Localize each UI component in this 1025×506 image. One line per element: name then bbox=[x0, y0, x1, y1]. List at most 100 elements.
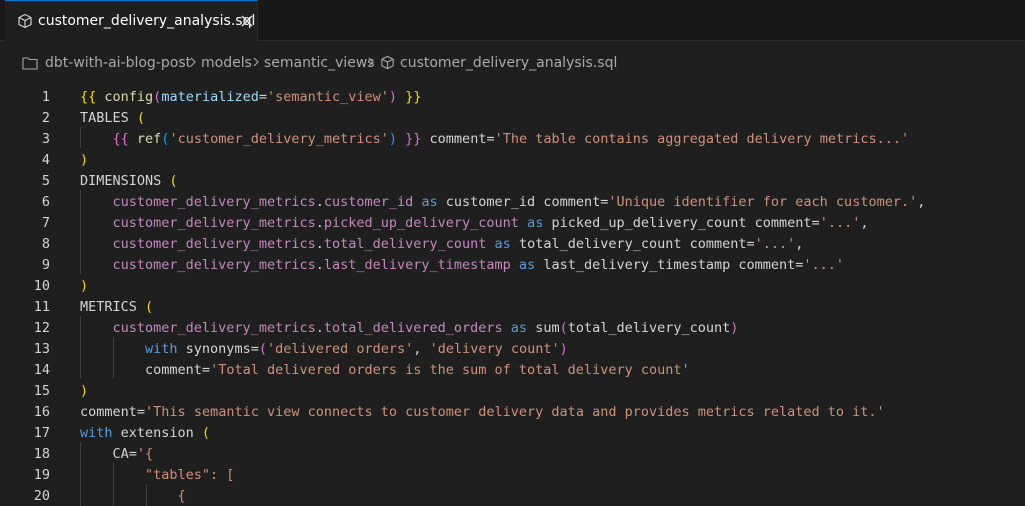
code-line[interactable]: 15) bbox=[0, 381, 1025, 402]
code-token: comment bbox=[80, 362, 202, 378]
code-text: ) bbox=[80, 150, 88, 171]
code-token: total_delivery_count comment bbox=[518, 236, 747, 252]
code-token: ) bbox=[80, 152, 89, 168]
code-token: comment bbox=[80, 404, 137, 420]
code-line[interactable]: 6 customer_delivery_metrics.customer_id … bbox=[0, 192, 1025, 213]
code-line[interactable]: 16 comment='This semantic view connects t… bbox=[0, 402, 1025, 423]
code-token: extension bbox=[120, 425, 202, 441]
code-text: comment='This semantic view connects to … bbox=[80, 402, 885, 423]
code-line[interactable]: 11 METRICS ( bbox=[0, 297, 1025, 318]
line-number: 11 bbox=[33, 299, 50, 315]
code-line[interactable]: 1 {{ config(materialized='semantic_view')… bbox=[0, 87, 1025, 108]
code-token: {{ bbox=[112, 131, 137, 147]
code-line[interactable]: 14 comment='Total delivered orders is th… bbox=[0, 360, 1025, 381]
code-token: }} bbox=[397, 131, 422, 147]
code-token: , bbox=[860, 215, 869, 231]
code-token: as bbox=[486, 236, 519, 252]
code-text: customer_delivery_metrics.total_delivere… bbox=[80, 318, 739, 339]
line-number: 16 bbox=[33, 404, 50, 420]
code-line[interactable]: 3 {{ ref('customer_delivery_metrics') }}… bbox=[0, 129, 1025, 150]
code-line[interactable]: 19 "tables": [ bbox=[0, 465, 1025, 486]
code-token: last_delivery_timestamp bbox=[323, 257, 511, 273]
code-token: ) bbox=[80, 383, 89, 399]
code-token: ) bbox=[388, 131, 398, 147]
code-token: = bbox=[201, 362, 211, 378]
code-token: = bbox=[128, 446, 137, 462]
line-number: 2 bbox=[41, 110, 50, 126]
code-token: with bbox=[80, 425, 121, 441]
code-token: config bbox=[104, 89, 154, 105]
breadcrumb-item-project[interactable]: dbt-with-ai-blog-post bbox=[45, 54, 191, 72]
code-token: {{ bbox=[80, 89, 105, 105]
code-line[interactable]: 12 customer_delivery_metrics.total_deliv… bbox=[0, 318, 1025, 339]
code-token: ( bbox=[201, 425, 211, 441]
code-token: 'Total delivered orders is the sum of to… bbox=[210, 362, 690, 378]
code-line[interactable]: 4) bbox=[0, 150, 1025, 171]
code-line[interactable]: 2 TABLES ( bbox=[0, 108, 1025, 129]
code-token: customer_delivery_metrics bbox=[112, 194, 316, 210]
code-text: ) bbox=[80, 276, 88, 297]
code-line[interactable]: 5 DIMENSIONS ( bbox=[0, 171, 1025, 192]
code-token: . bbox=[315, 257, 324, 273]
code-editor[interactable]: 1{{ config(materialized='semantic_view')… bbox=[0, 85, 1025, 506]
code-token: ) bbox=[80, 278, 89, 294]
code-line[interactable]: 18 CA='{ bbox=[0, 444, 1025, 465]
code-line[interactable]: 7 customer_delivery_metrics.picked_up_de… bbox=[0, 213, 1025, 234]
line-number: 17 bbox=[33, 425, 50, 441]
code-line[interactable]: 13 with synonyms=('delivered orders', 'd… bbox=[0, 339, 1025, 360]
code-token: materialized bbox=[161, 89, 259, 105]
line-number: 18 bbox=[33, 446, 50, 462]
line-number: 10 bbox=[33, 278, 50, 294]
code-token: ) bbox=[559, 341, 568, 357]
chevron-right-icon bbox=[368, 57, 374, 67]
code-token: ( bbox=[136, 110, 146, 126]
code-token: 'delivered orders' bbox=[266, 341, 414, 357]
code-token: = bbox=[258, 89, 267, 105]
code-token: . bbox=[315, 236, 324, 252]
code-token: 'semantic_view' bbox=[267, 89, 389, 105]
line-number: 14 bbox=[33, 362, 50, 378]
line-number: 9 bbox=[41, 257, 50, 273]
code-token: customer_id bbox=[323, 194, 414, 210]
code-text: METRICS ( bbox=[80, 297, 153, 318]
tab-customer-delivery-analysis[interactable]: customer_delivery_analysis.sql bbox=[5, 0, 258, 41]
code-token: with bbox=[145, 341, 186, 357]
line-number: 13 bbox=[33, 341, 50, 357]
line-number: 20 bbox=[33, 488, 50, 504]
code-token: { bbox=[177, 488, 186, 504]
code-token: customer_delivery_metrics bbox=[112, 236, 316, 252]
code-token: customer_delivery_metrics bbox=[112, 257, 316, 273]
code-token: ( bbox=[258, 341, 267, 357]
tab-bar: customer_delivery_analysis.sql bbox=[0, 0, 1025, 41]
breadcrumb-item-semantic-views[interactable]: semantic_views bbox=[264, 54, 375, 72]
code-line[interactable]: 8 customer_delivery_metrics.total_delive… bbox=[0, 234, 1025, 255]
line-number: 8 bbox=[41, 236, 50, 252]
cube-icon bbox=[18, 13, 32, 29]
close-icon[interactable] bbox=[238, 12, 256, 30]
code-token: 'The table contains aggregated delivery … bbox=[494, 131, 910, 147]
code-token: total_delivery_count bbox=[323, 236, 487, 252]
breadcrumb-item-file[interactable]: customer_delivery_analysis.sql bbox=[400, 54, 617, 72]
code-token: ref bbox=[136, 131, 162, 147]
code-token: , bbox=[917, 194, 926, 210]
code-line[interactable]: 20 { bbox=[0, 486, 1025, 506]
code-line[interactable]: 10) bbox=[0, 276, 1025, 297]
code-text: customer_delivery_metrics.customer_id as… bbox=[80, 192, 926, 213]
code-token: picked_up_delivery_count comment bbox=[551, 215, 812, 231]
code-line[interactable]: 9 customer_delivery_metrics.last_deliver… bbox=[0, 255, 1025, 276]
code-line[interactable]: 17 with extension ( bbox=[0, 423, 1025, 444]
code-token: ( bbox=[145, 299, 154, 315]
line-number: 4 bbox=[41, 152, 50, 168]
code-token: 'Unique identifier for each customer.' bbox=[608, 194, 918, 210]
line-number: 3 bbox=[41, 131, 50, 147]
code-text: with synonyms=('delivered orders', 'deli… bbox=[80, 339, 568, 360]
code-text: with extension ( bbox=[80, 423, 210, 444]
breadcrumb-item-models[interactable]: models bbox=[201, 54, 252, 72]
code-text: customer_delivery_metrics.picked_up_deli… bbox=[80, 213, 869, 234]
code-token: = bbox=[746, 236, 755, 252]
